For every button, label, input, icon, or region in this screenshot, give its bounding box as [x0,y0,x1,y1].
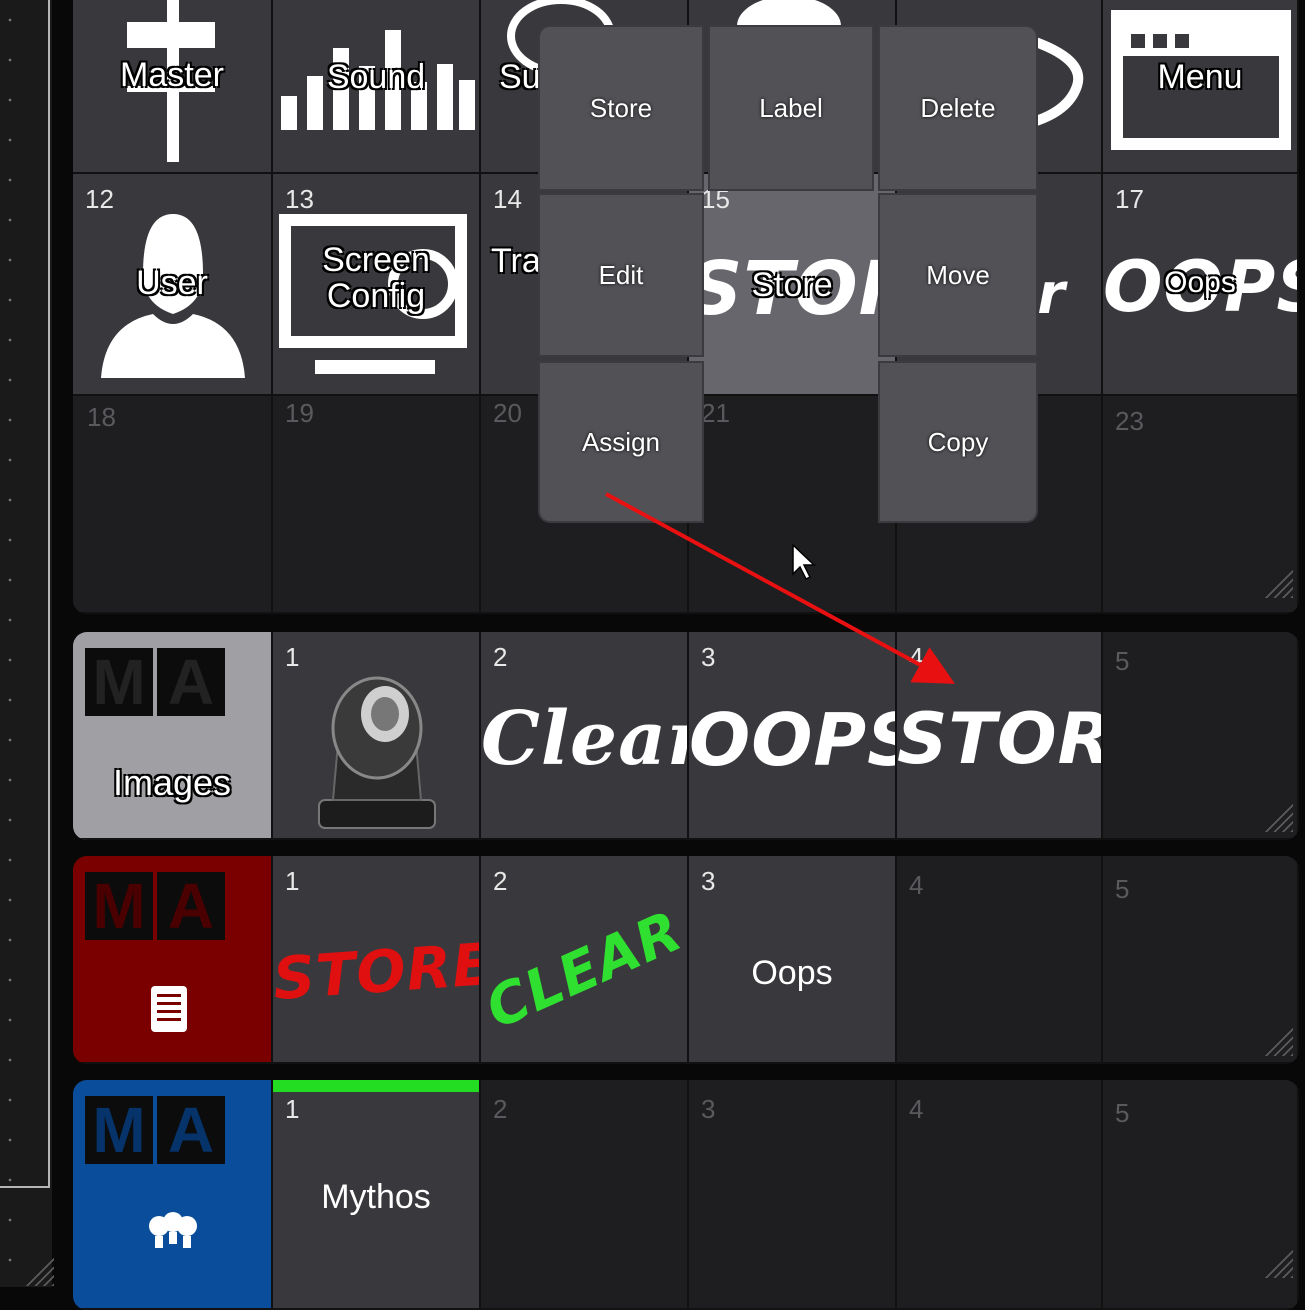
image-number: 5 [1115,646,1130,676]
pool-title-cell[interactable]: M A [73,1080,273,1310]
macro-label: Menu [1157,58,1243,96]
logo-letter: M [85,648,153,716]
image-number: 3 [701,642,716,672]
logo-letter: A [157,648,225,716]
slot-number: 5 [1115,1098,1130,1128]
macro-number: 13 [285,184,314,214]
image-text: STORE [897,698,1101,780]
resize-grip-icon[interactable] [1259,1022,1293,1056]
slot-number: 4 [909,870,924,900]
macro-23[interactable]: 23 [1103,396,1299,614]
sidebar-border-bottom [0,1186,50,1188]
red-slot-3[interactable]: 3 Oops [689,856,897,1064]
ma-logo: M A [85,872,225,940]
edit-button[interactable]: Edit [538,193,704,357]
image-slot-3[interactable]: 3 OOPS [689,632,897,840]
macro-17-oops[interactable]: 17 OOPS Oops [1103,174,1299,396]
macro-number: 17 [1115,184,1144,214]
macro-sound[interactable]: Sound [273,0,481,174]
macro-number: 12 [85,184,114,214]
blue-slot-4[interactable]: 4 [897,1080,1103,1310]
slot-number: 3 [701,1094,716,1124]
blue-slot-3[interactable]: 3 [689,1080,897,1310]
macro-number: 19 [285,398,314,428]
blue-slot-5[interactable]: 5 [1103,1080,1299,1310]
blue-slot-2[interactable]: 2 [481,1080,689,1310]
slot-label: Mythos [321,1178,431,1216]
pool-title-cell[interactable]: M A [73,856,273,1064]
slot-number: 4 [909,1094,924,1124]
sidebar-dot-column [6,0,14,1287]
blue-slot-1-mythos[interactable]: 1 Mythos [273,1080,481,1310]
red-slot-1[interactable]: 1 STORE [273,856,481,1064]
macro-master[interactable]: Master [73,0,273,174]
red-slot-5[interactable]: 5 [1103,856,1299,1064]
macro-number: 23 [1115,406,1144,436]
red-slot-4[interactable]: 4 [897,856,1103,1064]
logo-letter: M [85,872,153,940]
resize-grip-icon[interactable] [1259,798,1293,832]
image-slot-4[interactable]: 4 STORE [897,632,1103,840]
image-text: OOPS [689,698,897,782]
red-pool-window: M A 1 STORE 2 CLEAR 3 Oops 4 5 [73,856,1299,1064]
blue-pool-window: M A 1 Mythos 2 3 4 5 [73,1080,1299,1310]
macro-label: Master [120,56,224,94]
macro-18[interactable]: 18 [73,396,273,614]
macro-number: 18 [87,402,116,432]
ma-logo: M A [85,1096,225,1164]
image-text: STORE [273,929,481,1014]
logo-letter: A [157,872,225,940]
ma-logo: M A [85,648,225,716]
move-button[interactable]: Move [878,193,1038,357]
macro-19[interactable]: 19 [273,396,481,614]
image-slot-1[interactable]: 1 [273,632,481,840]
macro-13-screen-config[interactable]: 13 Screen Config [273,174,481,396]
image-slot-2[interactable]: 2 Clear [481,632,689,840]
slot-label: Oops [751,954,833,992]
resize-grip-icon[interactable] [1259,1244,1293,1278]
macro-number: 20 [493,398,522,428]
red-slot-2[interactable]: 2 CLEAR [481,856,689,1064]
macro-menu[interactable]: Menu [1103,0,1299,174]
slot-number: 1 [285,866,300,896]
resize-grip-icon[interactable] [1259,564,1293,598]
store-button[interactable]: Store [538,25,704,191]
image-slot-5[interactable]: 5 [1103,632,1299,840]
slot-number: 2 [493,1094,508,1124]
macro-label: Screen Config [322,241,430,315]
sidebar-border [48,0,50,1188]
slot-number: 2 [493,866,508,896]
macro-number: 14 [493,184,522,214]
label-button[interactable]: Label [708,25,874,191]
macro-label: User [136,264,208,302]
copy-button[interactable]: Copy [878,361,1038,523]
slot-number: 3 [701,866,716,896]
image-text: CLEAR [481,898,689,1043]
assign-button[interactable]: Assign [538,361,704,523]
image-text: Clear [481,696,689,782]
images-pool-window: M A Images 1 2 Clear 3 OOPS 4 STORE 5 [73,632,1299,840]
image-number: 1 [285,642,300,672]
macro-label: Sound [326,58,426,96]
slot-number: 5 [1115,874,1130,904]
running-indicator [273,1080,479,1092]
context-menu: Store Label Delete Edit Move Assign Copy [538,25,1038,523]
image-number: 2 [493,642,508,672]
pool-title-cell[interactable]: M A Images [73,632,273,840]
logo-letter: A [157,1096,225,1164]
macro-12-user[interactable]: 12 User [73,174,273,396]
logo-letter: M [85,1096,153,1164]
delete-button[interactable]: Delete [878,25,1038,191]
scroll-icon [151,986,187,1032]
slot-number: 1 [285,1094,300,1124]
moving-head-image [318,676,436,829]
pool-title: Images [112,762,232,803]
macro-label: Oops [1164,266,1236,299]
bulbs-icon [149,1212,197,1248]
image-number: 4 [909,642,924,672]
